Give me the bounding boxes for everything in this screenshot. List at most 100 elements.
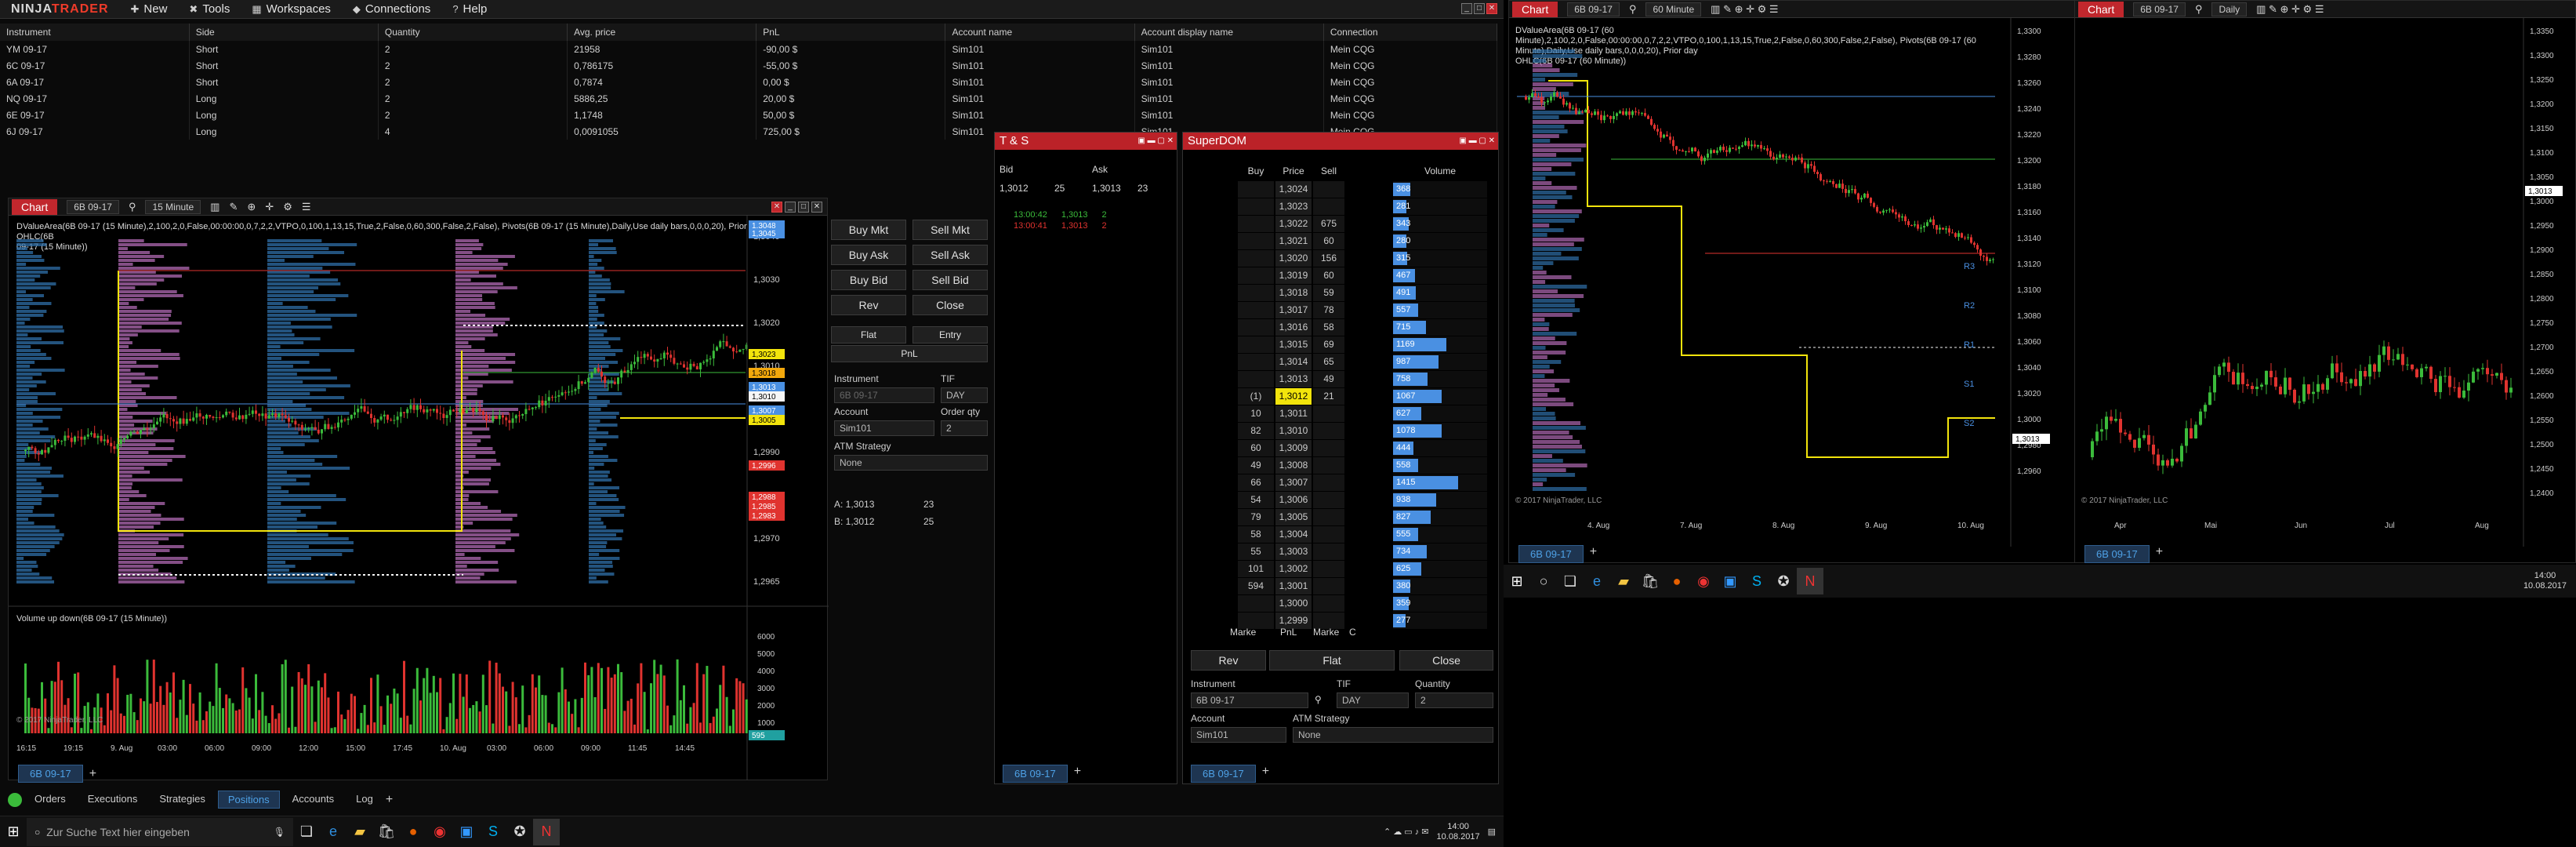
dom-add-tab[interactable]: + [1262,765,1269,783]
app-icon[interactable]: ▣ [453,819,480,845]
chart3-search-icon[interactable]: ⚲ [2195,3,2203,16]
tif-select[interactable]: DAY [941,387,988,403]
instrument-select[interactable]: 6B 09-17 [67,199,119,214]
dom-tif-select[interactable]: DAY [1337,693,1409,708]
account-select[interactable]: Sim101 [834,420,934,436]
dom-buy-cell[interactable] [1238,267,1274,284]
menu-tools[interactable]: ✖ Tools [178,0,241,19]
positions-header[interactable]: Avg. price [567,24,757,41]
right-start-icon[interactable]: ⊞ [1504,568,1530,594]
dom-atm-select[interactable]: None [1293,727,1493,743]
chart-x-button[interactable]: ✕ [811,201,822,213]
list-icon[interactable]: ☰ [302,201,311,213]
dom-ladder-row[interactable]: 1,3013 49 758 [1183,371,1500,388]
dom-ladder-row[interactable]: 82 1,3010 1078 [1183,423,1500,440]
dom-sell-cell[interactable] [1313,474,1344,491]
dom-buy-cell[interactable] [1238,250,1274,267]
firefox-icon[interactable]: ● [400,819,426,845]
dom-ladder-row[interactable]: 1,3024 368 [1183,181,1500,198]
dom-ladder-row[interactable]: 101 1,3002 625 [1183,561,1500,578]
chart2-canvas[interactable]: 1,33001,32801,32601,32401,32201,32001,31… [1509,18,2077,547]
dom-buy-cell[interactable] [1238,181,1274,198]
dom-sell-cell[interactable] [1313,492,1344,508]
instrument-field[interactable]: 6B 09-17 [834,387,934,403]
task-view-icon[interactable]: ❏ [293,819,320,845]
chart-tab[interactable]: 6B 09-17 [18,765,83,783]
chart2-interval-select[interactable]: 60 Minute [1645,2,1702,16]
positions-row[interactable]: 6C 09-17 Short 2 0,786175 -55,00 $ Sim101 Sim1… [0,57,1498,74]
right-taskview-icon[interactable]: ❏ [1557,568,1584,594]
dom-ladder-row[interactable]: 55 1,3003 734 [1183,543,1500,561]
dom-buy-cell[interactable] [1238,233,1274,249]
dom-ladder-row[interactable]: 1,3023 281 [1183,198,1500,216]
right-skype-icon[interactable]: S [1743,568,1770,594]
control-add-tab[interactable]: + [386,793,393,807]
dom-buy-cell[interactable]: 82 [1238,423,1274,439]
right-edge-icon[interactable]: e [1584,568,1610,594]
dom-buy-cell[interactable]: 594 [1238,578,1274,594]
dom-sell-cell[interactable]: 60 [1313,267,1344,284]
dom-sell-cell[interactable] [1313,595,1344,612]
chart3-interval-select[interactable]: Daily [2211,2,2248,16]
properties-icon[interactable]: ⚙ [283,201,292,213]
dom-buy-cell[interactable] [1238,198,1274,215]
dom-search-icon[interactable]: ⚲ [1315,694,1322,705]
dom-ladder-row[interactable]: 66 1,3007 1415 [1183,474,1500,492]
positions-header[interactable]: PnL [756,24,946,41]
sell-bid-button[interactable]: Sell Bid [912,270,988,290]
dom-sell-cell[interactable] [1313,543,1344,560]
dom-sell-cell[interactable] [1313,423,1344,439]
dom-sell-cell[interactable] [1313,578,1344,594]
sell-market-button[interactable]: Sell Mkt [912,220,988,240]
chart2-add-tab[interactable]: + [1590,545,1597,563]
dom-buy-cell[interactable] [1238,336,1274,353]
dom-buy-cell[interactable] [1238,302,1274,318]
positions-header[interactable]: Instrument [0,24,190,41]
superdom-window-controls[interactable]: ▣ ▬ ▢ ✕ [1459,133,1498,150]
cursor-icon[interactable]: ✛ [265,201,274,213]
ts-add-tab[interactable]: + [1074,765,1081,783]
positions-header[interactable]: Account display name [1134,24,1324,41]
dom-buy-cell[interactable] [1238,354,1274,370]
buy-market-button[interactable]: Buy Mkt [831,220,906,240]
interval-select[interactable]: 15 Minute [145,199,201,214]
dom-account-select[interactable]: Sim101 [1191,727,1286,743]
reverse-button[interactable]: Rev [831,295,906,315]
qty-stepper[interactable]: 2 [941,420,988,436]
dom-ladder-row[interactable]: 54 1,3006 938 [1183,492,1500,509]
dom-buy-cell[interactable]: 49 [1238,457,1274,474]
dom-sell-cell[interactable]: 21 [1313,388,1344,405]
positions-header[interactable]: Quantity [378,24,568,41]
positions-header[interactable]: Account name [945,24,1135,41]
dom-sell-cell[interactable]: 65 [1313,354,1344,370]
tray-icons[interactable]: ⌃ ☁ ▭ ♪ ✉ [1384,827,1429,837]
dom-buy-cell[interactable] [1238,371,1274,387]
dom-ladder-row[interactable]: 1,3020 156 315 [1183,250,1500,267]
chart-canvas[interactable]: 1,30401,30301,30201,30101,30001,29901,29… [9,216,829,780]
chart2-search-icon[interactable]: ⚲ [1629,3,1637,16]
bars-icon[interactable]: ▥ [210,201,220,213]
close-position-button[interactable]: Close [912,295,988,315]
chart3-instrument-select[interactable]: 6B 09-17 [2133,2,2186,16]
chart3-canvas[interactable]: 1,33501,33001,32501,32001,31501,31001,30… [2075,18,2576,547]
tab-executions[interactable]: Executions [78,791,147,809]
dom-ladder-row[interactable]: 10 1,3011 627 [1183,405,1500,423]
dom-ladder-row[interactable]: 1,3015 69 1169 [1183,336,1500,354]
chart2-tools-icon[interactable]: ▥ ✎ ⊕ ✛ ⚙ ☰ [1711,3,1778,16]
dom-sell-cell[interactable]: 60 [1313,233,1344,249]
menu-connections[interactable]: ◆ Connections [342,0,441,19]
dom-buy-cell[interactable] [1238,595,1274,612]
ts-window-controls[interactable]: ▣ ▬ ▢ ✕ [1137,133,1177,150]
menu-help[interactable]: ? Help [441,0,498,19]
dom-ladder-row[interactable]: (1) 1,3012 21 1067 [1183,388,1500,405]
dom-sell-cell[interactable]: 156 [1313,250,1344,267]
chart3-add-tab[interactable]: + [2156,545,2163,563]
dom-sell-cell[interactable]: 59 [1313,285,1344,301]
chart2-tab[interactable]: 6B 09-17 [1518,545,1584,563]
draw-icon[interactable]: ✎ [229,201,238,213]
dom-ladder-row[interactable]: 1,3019 60 467 [1183,267,1500,285]
dom-sell-cell[interactable] [1313,440,1344,456]
dom-close-button[interactable]: Close [1399,650,1493,671]
dom-buy-cell[interactable]: 101 [1238,561,1274,577]
dom-buy-cell[interactable]: 58 [1238,526,1274,543]
